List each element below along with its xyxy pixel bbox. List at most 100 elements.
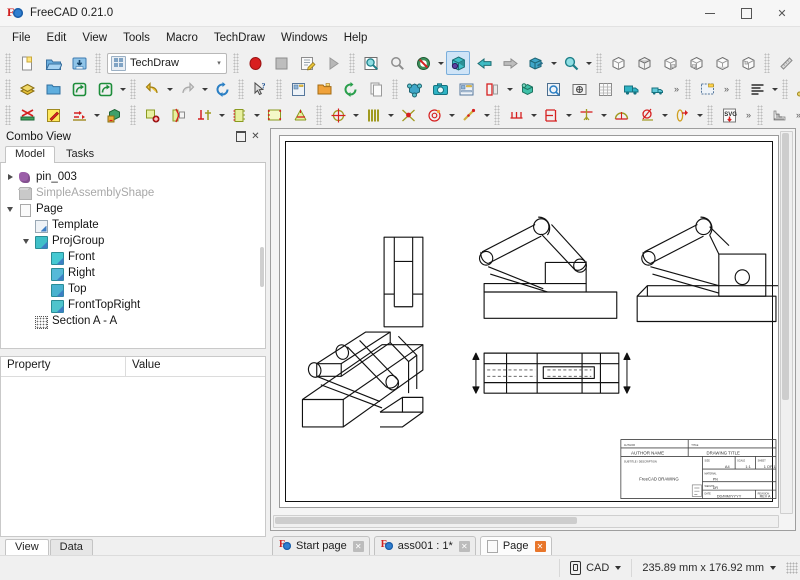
canvas-horizontal-scrollbar[interactable] [273,515,779,528]
extension-line-button[interactable] [670,103,694,127]
open-folder-button[interactable] [312,77,336,101]
undo-dropdown[interactable] [165,78,174,100]
redo-dropdown[interactable] [200,78,209,100]
toolbar-grip[interactable] [757,105,763,125]
menu-macro[interactable]: Macro [158,29,206,47]
page-size-indicator[interactable]: 235.89 mm x 176.92 mm [631,559,786,577]
tree-item-section-a-a[interactable]: Section A - A [1,313,265,329]
page-default-button[interactable] [15,103,39,127]
truck-button[interactable] [619,77,643,101]
diameter-dim-button[interactable] [635,103,659,127]
active-view-button[interactable] [192,103,216,127]
recompute-button[interactable] [338,77,362,101]
redraw-page-dropdown[interactable] [92,104,101,126]
navigation-style-selector[interactable]: CAD [559,559,631,577]
toolbar-grip[interactable] [782,79,788,99]
close-tab-icon[interactable]: ✕ [458,540,470,552]
undo-button[interactable] [140,77,164,101]
workbench-selector[interactable]: TechDraw ▾ [107,52,227,74]
export-svg-button[interactable]: SVG [717,103,741,127]
tree-scrollbar[interactable] [260,247,264,287]
tree-expander-icon[interactable] [19,238,33,244]
tree-item-simpleassemblyshape[interactable]: SimpleAssemblyShape [1,185,265,201]
fit-selection-button[interactable] [385,51,409,75]
toolbar-grip[interactable] [5,105,11,125]
detail-view-dropdown[interactable] [386,104,395,126]
drawing-sheet[interactable]: AUTHOR AUTHOR NAME TITLE DRAWING TITLE S… [279,135,779,508]
tree-expander-icon[interactable] [3,206,17,212]
left-view-button[interactable] [736,51,760,75]
refresh-button[interactable] [210,77,234,101]
scrollbar-thumb[interactable] [275,517,578,524]
doc-tab-page[interactable]: Page ✕ [479,536,552,555]
minimize-button[interactable] [692,0,728,26]
page-template-button[interactable] [41,103,65,127]
std-open-button[interactable] [41,77,65,101]
text-align-button[interactable] [745,77,769,101]
complex-section-dropdown[interactable] [351,104,360,126]
techdraw-page-view[interactable]: AUTHOR AUTHOR NAME TITLE DRAWING TITLE S… [270,128,796,531]
print-pages-button[interactable] [102,103,126,127]
zoom-button[interactable] [559,51,583,75]
std-workbench-button[interactable] [15,77,39,101]
close-tab-icon[interactable]: ✕ [352,540,364,552]
proj-group-dropdown[interactable] [252,104,261,126]
save-document-button[interactable] [67,51,91,75]
toolbar-grip[interactable] [5,79,11,99]
horizontal-dim-button[interactable] [539,103,563,127]
cosmetic-line-button[interactable] [457,103,481,127]
toolbar-grip[interactable] [130,105,136,125]
menu-file[interactable]: File [4,29,39,47]
canvas-vertical-scrollbar[interactable] [780,131,793,514]
front-view-button[interactable] [606,51,630,75]
macros-button[interactable] [295,51,319,75]
copy-pages-button[interactable] [364,77,388,101]
draw-style-button[interactable] [411,51,435,75]
fit-all-button[interactable] [359,51,383,75]
appearance-button[interactable] [567,77,591,101]
navigation-cube-button[interactable] [402,77,426,101]
toolbar-grip[interactable] [707,105,713,125]
whats-this-button[interactable]: ? [248,77,272,101]
view-forward-button[interactable] [498,51,522,75]
menu-tools[interactable]: Tools [115,29,158,47]
close-button[interactable]: ✕ [764,0,800,26]
toolbar-grip[interactable] [95,53,101,73]
menu-help[interactable]: Help [336,29,376,47]
doc-tab-ass001[interactable]: F ass001 : 1* ✕ [373,536,476,555]
page-new-button[interactable] [695,77,719,101]
rear-view-button[interactable] [684,51,708,75]
scene-inspector-button[interactable] [454,77,478,101]
top-view-button[interactable] [632,51,656,75]
std-export-button[interactable] [67,77,91,101]
tree-item-right[interactable]: Right [1,265,265,281]
radius-dim-button[interactable] [609,103,633,127]
menu-techdraw[interactable]: TechDraw [206,29,273,47]
vertical-dim-dropdown[interactable] [599,104,608,126]
redo-button[interactable] [175,77,199,101]
right-view-button[interactable] [658,51,682,75]
insert-view-button[interactable] [140,103,164,127]
screenshot-button[interactable] [428,77,452,101]
toolbar-grip[interactable] [735,79,741,99]
length-dim-button[interactable] [504,103,528,127]
isometric-view-button[interactable] [446,51,470,75]
axonometric-button[interactable] [524,51,548,75]
std-import-dropdown[interactable] [118,78,127,100]
truck-small-button[interactable] [645,77,669,101]
clipping-plane-dropdown[interactable] [505,78,514,100]
toolbar-grip[interactable] [238,79,244,99]
resize-grip[interactable] [786,562,798,574]
proj-group-button[interactable] [227,103,251,127]
detail-view-button[interactable] [361,103,385,127]
toolbar-overflow-button[interactable]: » [792,104,800,126]
tree-item-projgroup[interactable]: ProjGroup [1,233,265,249]
broken-view-button[interactable] [166,103,190,127]
tree-item-page[interactable]: Page [1,201,265,217]
macro-stop-button[interactable] [269,51,293,75]
toolbar-grip[interactable] [494,105,500,125]
diameter-dim-dropdown[interactable] [660,104,669,126]
macro-execute-button[interactable] [321,51,345,75]
tree-item-template[interactable]: Template [1,217,265,233]
zoom-dropdown[interactable] [584,52,593,74]
